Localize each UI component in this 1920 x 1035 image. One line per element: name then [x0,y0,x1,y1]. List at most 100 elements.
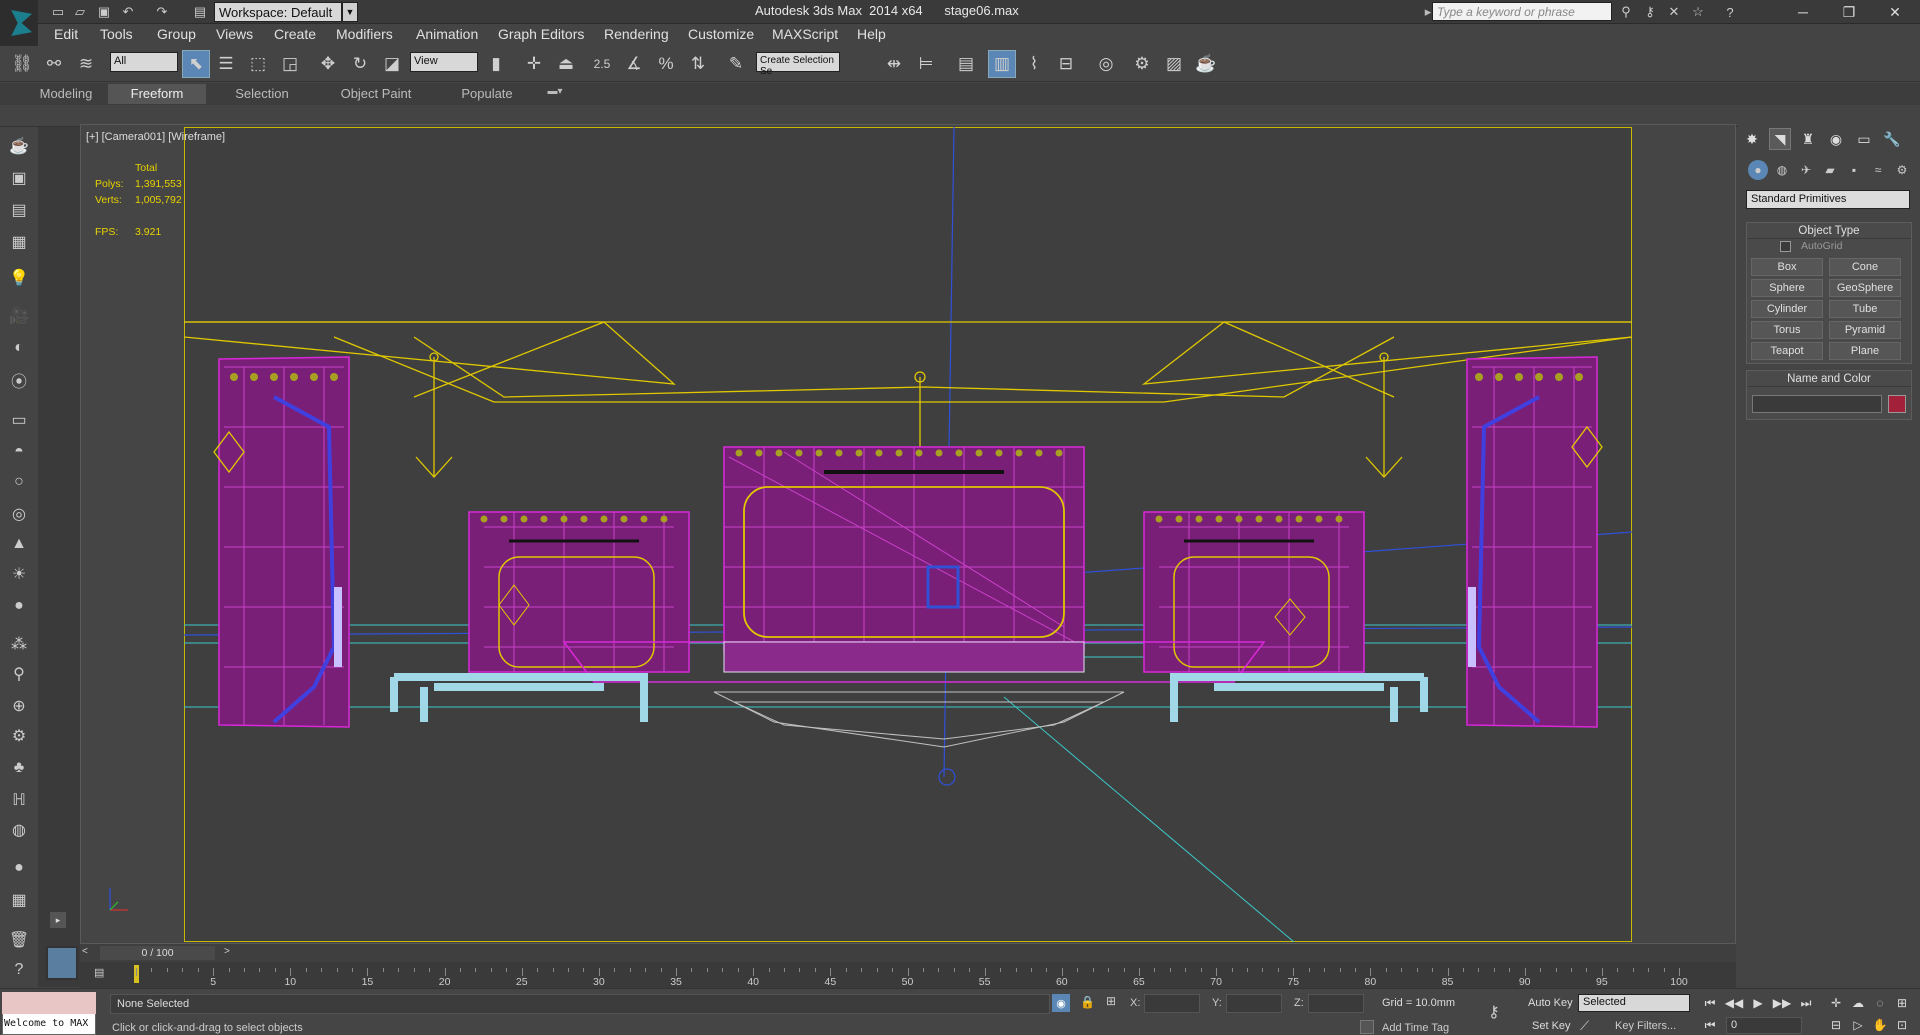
menu-customize[interactable]: Customize [688,26,754,42]
current-frame-field[interactable]: 0 [1726,1017,1802,1034]
pivot-center-icon[interactable]: ▮ [482,50,510,78]
hair-icon[interactable]: ℍ [6,788,32,812]
minimize-icon[interactable]: ─ [1780,0,1826,24]
x-coordinate-field[interactable] [1144,994,1200,1013]
app-menu-button[interactable] [0,0,38,46]
list-icon[interactable]: ▤ [6,198,32,222]
trash-icon[interactable]: 🗑 [6,928,32,952]
add-time-tag[interactable]: Add Time Tag [1382,1022,1449,1034]
helper-icon[interactable]: ⊕ [6,694,32,718]
mini-curve-editor-toggle[interactable] [46,946,78,980]
torus-button[interactable]: Torus [1751,321,1823,339]
mini-curve-icon[interactable]: ▤ [94,966,112,980]
cone-button[interactable]: Cone [1829,258,1901,276]
shapes-icon[interactable]: ◍ [1772,160,1792,180]
help-icon[interactable]: ? [1720,2,1740,22]
time-tag-icon[interactable] [1360,1020,1374,1034]
torus-icon[interactable]: ◎ [6,502,32,526]
tab-object-paint[interactable]: Object Paint [330,84,422,104]
named-selection-set-dropdown[interactable]: Create Selection Se [756,52,840,77]
select-by-name-icon[interactable]: ☰ [212,50,240,78]
selection-filter-dropdown[interactable]: All [110,52,178,72]
scale-icon[interactable]: ◪ [378,50,406,78]
save-file-icon[interactable]: ▣ [94,2,114,22]
walk-icon[interactable]: ⊡ [1892,1016,1912,1034]
auto-key-button[interactable]: Auto Key [1528,997,1573,1009]
expand-arrow-icon[interactable]: ▸ [50,912,66,928]
utilities-tab-icon[interactable]: 🔧 [1881,128,1903,150]
plant-icon[interactable]: ♣ [6,756,32,780]
help-circle-icon[interactable]: ? [6,958,32,982]
hierarchy-tab-icon[interactable]: ♜ [1797,128,1819,150]
mirror-icon[interactable]: ⇹ [880,50,908,78]
menu-help[interactable]: Help [857,26,886,42]
open-file-icon[interactable]: ▱ [70,2,90,22]
menu-maxscript[interactable]: MAXScript [772,26,838,42]
table-icon[interactable]: ▦ [6,230,32,254]
time-next-icon[interactable]: > [224,946,230,957]
lock-icon[interactable]: 🔒 [1080,995,1095,1009]
spacewarps-icon[interactable]: ≈ [1868,160,1888,180]
gold-sphere-icon[interactable]: ● [6,594,32,618]
menu-modifiers[interactable]: Modifiers [336,26,393,42]
pan-view-icon[interactable]: ☁ [1848,994,1868,1012]
chevron-down-icon[interactable]: ▼ [342,2,358,22]
render-production-icon[interactable]: ☕ [1192,50,1220,78]
binoculars-icon[interactable]: ⚲ [1616,2,1636,22]
menu-tools[interactable]: Tools [100,26,133,42]
render-setup-icon[interactable]: ⚙ [1128,50,1156,78]
unlink-icon[interactable]: ⚯ [40,50,68,78]
hand-pan-icon[interactable]: ✋ [1870,1016,1890,1034]
edit-named-selection-icon[interactable]: ✎ [722,50,750,78]
workspace-dropdown[interactable]: Workspace: Default [214,2,342,22]
helpers-icon[interactable]: ▪ [1844,160,1864,180]
y-coordinate-field[interactable] [1226,994,1282,1013]
geosphere-button[interactable]: GeoSphere [1829,279,1901,297]
graphite-toggle-icon[interactable]: ▥ [988,50,1016,78]
bind-spacewarp-icon[interactable]: ≋ [72,50,100,78]
gear-icon[interactable]: ⚙ [6,724,32,748]
menu-edit[interactable]: Edit [54,26,78,42]
sphere-button[interactable]: Sphere [1751,279,1823,297]
key-mode-dropdown[interactable]: Selected [1578,994,1690,1012]
select-manipulate-icon[interactable]: ✛ [520,50,548,78]
keyboard-shortcut-icon[interactable]: ⏏ [552,50,580,78]
move-icon[interactable]: ✥ [314,50,342,78]
time-slider-thumb[interactable]: 0 / 100 [100,946,215,960]
systems-icon[interactable]: ⚙ [1892,160,1912,180]
ribbon-options-icon[interactable]: ▬▾ [540,84,570,104]
cylinder-button[interactable]: Cylinder [1751,300,1823,318]
align-icon[interactable]: ⊨ [912,50,940,78]
object-name-field[interactable] [1752,395,1882,413]
search-input[interactable]: Type a keyword or phrase [1432,2,1612,21]
previous-frame-icon[interactable]: ◀◀ [1724,994,1744,1012]
tab-freeform[interactable]: Freeform [108,84,206,104]
menu-animation[interactable]: Animation [416,26,478,42]
spinner-snap-icon[interactable]: ⇅ [684,50,712,78]
key-icon[interactable]: ⚷ [1488,1002,1500,1022]
pyramid-button[interactable]: Pyramid [1829,321,1901,339]
default-in-out-tangent-icon[interactable]: ⟋ [1580,1018,1589,1034]
hemisphere-icon[interactable]: ◓ [6,440,32,464]
walkthrough-icon[interactable]: ⦿ [6,368,32,392]
schematic-view-icon[interactable]: ⊟ [1052,50,1080,78]
menu-rendering[interactable]: Rendering [604,26,669,42]
next-frame-icon[interactable]: ▶▶ [1772,994,1792,1012]
reference-coordinate-dropdown[interactable]: View [410,52,478,72]
redo-icon[interactable]: ↷ [152,2,172,22]
material-editor-icon[interactable]: ◎ [1092,50,1120,78]
modify-tab-icon[interactable]: ◥ [1769,128,1791,150]
rendered-frame-window-icon[interactable]: ▨ [1160,50,1188,78]
menu-create[interactable]: Create [274,26,316,42]
time-config-icon[interactable]: ⊟ [1826,1016,1846,1034]
bone-icon[interactable]: ⚲ [6,662,32,686]
time-prev-icon[interactable]: < [82,946,88,957]
exchange-icon[interactable]: ✕ [1664,2,1684,22]
tab-selection[interactable]: Selection [222,84,302,104]
calculator-icon[interactable]: ▦ [6,888,32,912]
create-tab-icon[interactable]: ✸ [1741,128,1763,150]
layer-manager-icon[interactable]: ▤ [952,50,980,78]
new-file-icon[interactable]: ▭ [48,2,68,22]
name-and-color-title[interactable]: Name and Color [1747,371,1911,387]
box-button[interactable]: Box [1751,258,1823,276]
